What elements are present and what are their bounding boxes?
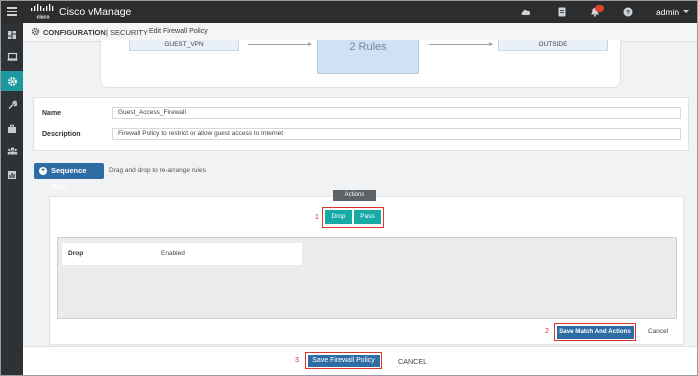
rules-count-box: 2 Rules: [317, 40, 419, 74]
callout-number: 2: [545, 328, 549, 335]
gear-icon: [31, 27, 40, 38]
breadcrumb-section[interactable]: CONFIGURATION: [43, 28, 106, 37]
description-label: Description: [42, 131, 81, 138]
pass-button[interactable]: Pass: [354, 210, 381, 224]
page-title: Edit Firewall Policy: [149, 28, 208, 35]
callout-number: 1: [315, 214, 319, 221]
sequence-rule-button[interactable]: + Sequence Rule: [34, 163, 104, 191]
description-field[interactable]: Firewall Policy to restrict or allow gue…: [112, 128, 681, 140]
sidebar-item-dashboard[interactable]: [1, 25, 23, 45]
svg-text:?: ?: [626, 9, 630, 16]
cisco-logo: cisco: [30, 4, 56, 20]
actions-panel: Actions 1 Drop Pass Drop Enabled 2 Save …: [49, 190, 684, 345]
tools-icon: [8, 100, 17, 109]
sidebar: [1, 23, 23, 375]
callout-number: 3: [295, 357, 299, 364]
save-match-highlight: Save Match And Actions: [554, 323, 636, 341]
menu-icon[interactable]: [7, 7, 17, 16]
drop-button[interactable]: Drop: [325, 210, 352, 224]
sequence-rule-label: Sequence Rule: [51, 166, 87, 191]
plus-icon: +: [39, 167, 47, 175]
sidebar-item-configuration[interactable]: [1, 71, 23, 91]
administration-icon: [7, 147, 17, 155]
source-zone: GUEST_VPN: [129, 40, 239, 51]
actions-tab[interactable]: Actions: [333, 190, 376, 201]
action-buttons-highlight: Drop Pass: [322, 207, 384, 228]
name-label: Name: [42, 110, 62, 117]
notification-badge: [595, 5, 604, 12]
cloud-icon[interactable]: [520, 6, 532, 18]
destination-zone: OUTSIDE: [498, 40, 608, 51]
actions-drop-area: Drop Enabled: [57, 237, 677, 319]
name-field[interactable]: Guest_Access_Firewall: [112, 107, 681, 119]
chevron-down-icon[interactable]: [683, 10, 689, 13]
cancel-button[interactable]: Cancel: [648, 328, 668, 335]
arrow-right-icon: [429, 42, 493, 46]
main-content: GUEST_VPN 2 Rules OUTSIDE Name Guest_Acc…: [23, 40, 697, 375]
maintenance-icon: [8, 124, 16, 133]
svg-text:cisco: cisco: [37, 15, 50, 21]
arrow-right-icon: [248, 42, 312, 46]
footer-cancel-button[interactable]: CANCEL: [398, 357, 427, 366]
sidebar-item-maintenance[interactable]: [1, 119, 23, 139]
save-policy-highlight: Save Firewall Policy: [305, 352, 382, 369]
help-icon[interactable]: ?: [622, 6, 634, 18]
app-title: Cisco vManage: [59, 6, 132, 18]
action-name: Drop: [68, 250, 84, 257]
policy-form: Name Guest_Access_Firewall Description F…: [33, 97, 689, 151]
save-match-actions-button[interactable]: Save Match And Actions: [556, 325, 634, 339]
footer: 3 Save Firewall Policy CANCEL: [23, 346, 697, 375]
save-firewall-policy-button[interactable]: Save Firewall Policy: [307, 354, 380, 367]
sequence-hint: Drag and drop to re-arrange rules: [109, 167, 206, 174]
sidebar-item-analytics[interactable]: [1, 165, 23, 185]
app-window: cisco Cisco vManage ? admin CONFIGURATIO…: [0, 0, 698, 376]
action-row[interactable]: Drop Enabled: [62, 243, 302, 265]
user-menu[interactable]: admin: [656, 7, 679, 17]
sidebar-item-tools[interactable]: [1, 95, 23, 115]
monitor-icon: [7, 52, 17, 61]
sidebar-item-monitor[interactable]: [1, 47, 23, 67]
analytics-icon: [8, 171, 16, 179]
breadcrumb-subsection[interactable]: | SECURITY: [106, 28, 148, 37]
top-bar: cisco Cisco vManage ? admin: [1, 1, 697, 23]
rules-count: 2 Rules: [349, 41, 387, 53]
dashboard-icon: [8, 31, 16, 39]
sidebar-item-administration[interactable]: [1, 141, 23, 161]
configuration-icon: [7, 76, 17, 86]
action-value: Enabled: [161, 250, 185, 257]
task-list-icon[interactable]: [556, 6, 568, 18]
zone-pair-diagram: GUEST_VPN 2 Rules OUTSIDE: [100, 40, 621, 88]
